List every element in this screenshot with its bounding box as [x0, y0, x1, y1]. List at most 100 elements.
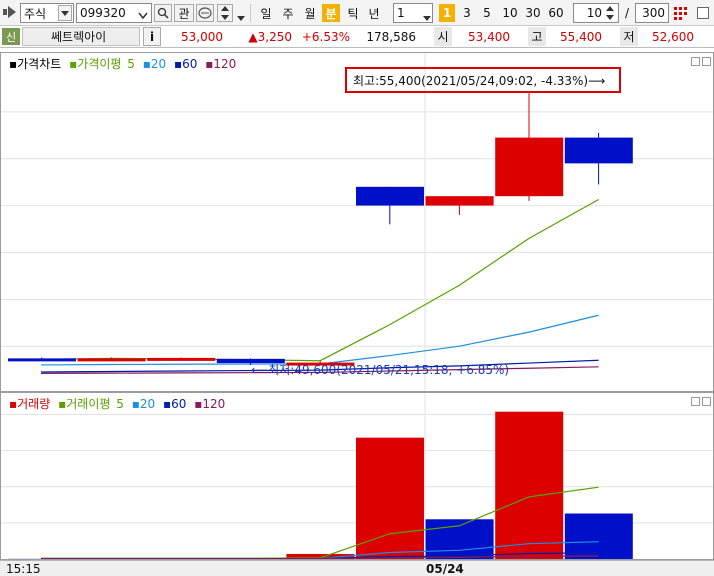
change-percent-value: +6.53%	[301, 29, 350, 44]
high-annotation: 최고:55,400(2021/05/24,09:02, -4.33%)⟶	[345, 67, 621, 93]
volume-legend-ma60-label: 60	[171, 397, 187, 411]
price-candle	[425, 196, 494, 206]
low-label: 저	[620, 27, 638, 46]
auto-refresh-checkbox[interactable]	[697, 7, 709, 19]
price-candle	[77, 358, 146, 362]
stock-name[interactable]: 쎄트렉아이	[22, 27, 140, 46]
credit-badge-label: 신	[5, 30, 17, 44]
volume-legend-ma120[interactable]: ▪120	[194, 397, 227, 411]
open-price-value: 53,400	[468, 29, 510, 44]
price-panel-maximize-icon[interactable]	[702, 57, 711, 66]
price-legend-ma20-label: 20	[150, 57, 167, 71]
price-candle	[147, 357, 216, 361]
volume-bar	[495, 411, 564, 559]
stock-name-label: 쎄트렉아이	[51, 30, 107, 44]
interval-5[interactable]: 5	[479, 4, 495, 22]
total-input[interactable]: 300	[635, 3, 669, 23]
open-label-text: 시	[437, 30, 449, 44]
credit-badge: 신	[2, 28, 20, 45]
count-input-value: 10	[586, 6, 602, 20]
panel-toggle-icon[interactable]	[3, 6, 17, 18]
price-legend-ma120-label: 120	[213, 57, 237, 71]
up-down-arrow-icon	[221, 6, 229, 20]
search-icon	[157, 7, 169, 19]
volume-legend-ma20-label: 20	[139, 397, 156, 411]
price-candle	[564, 137, 633, 164]
period-year[interactable]: 년	[365, 4, 383, 22]
interest-button-label: 관	[178, 6, 190, 21]
price-legend-ma120[interactable]: ▪120	[205, 57, 238, 71]
count-stepper-icon[interactable]	[605, 5, 617, 21]
price-panel-minimize-icon[interactable]	[691, 57, 700, 66]
low-annotation-text: ⟵최저:49,600(2021/05/21,15:18, +6.85%)	[251, 363, 510, 377]
interval-30[interactable]: 30	[522, 4, 544, 22]
price-change: ▲3,250	[232, 27, 298, 46]
price-legend-ma20[interactable]: ▪20	[143, 57, 168, 71]
count-separator-label: /	[624, 6, 630, 20]
total-input-value: 300	[642, 6, 665, 20]
search-button[interactable]	[154, 4, 172, 22]
price-chart[interactable]	[1, 53, 713, 391]
volume-panel-maximize-icon[interactable]	[702, 397, 711, 406]
time-axis-start: 15:15	[6, 562, 41, 576]
price-legend-main[interactable]: ▪가격차트	[9, 57, 63, 71]
change-percent: +6.53%	[300, 27, 356, 46]
interest-button[interactable]: 관	[174, 4, 194, 22]
period-minute[interactable]: 분	[322, 4, 340, 22]
time-axis: 15:15 05/24	[0, 560, 714, 576]
interval-1-label: 1	[442, 6, 452, 20]
scroll-stepper[interactable]	[217, 4, 233, 22]
toolbar: 주식 099320 관 일 주 월 분 틱 년 1 1 3 5 10 30 60…	[0, 0, 714, 26]
interval-3[interactable]: 3	[459, 4, 475, 22]
stepper-dropdown-icon[interactable]	[237, 10, 245, 21]
price-legend-ma[interactable]: ▪가격이평 5	[69, 57, 137, 71]
interval-5-label: 5	[483, 6, 491, 20]
low-price-value: 52,600	[652, 29, 694, 44]
high-label-text: 고	[531, 30, 543, 44]
code-dropdown-arrow-icon[interactable]	[138, 9, 148, 20]
volume-legend-main-label: 거래량	[17, 397, 51, 411]
open-price: 53,400	[454, 27, 516, 46]
period-tick-label: 틱	[347, 6, 359, 21]
volume-legend-ma20[interactable]: ▪20	[132, 397, 157, 411]
low-price: 52,600	[640, 27, 700, 46]
volume-chart[interactable]	[1, 393, 713, 559]
price-legend-ma60[interactable]: ▪60	[174, 57, 199, 71]
price-candle	[8, 358, 76, 362]
minute-select-value: 1	[397, 6, 405, 20]
interval-10[interactable]: 10	[499, 4, 521, 22]
volume-legend-ma60[interactable]: ▪60	[163, 397, 188, 411]
volume-legend-main[interactable]: ▪거래량	[9, 397, 52, 411]
high-label: 고	[528, 27, 546, 46]
period-day[interactable]: 일	[257, 4, 275, 22]
volume-bar	[356, 437, 424, 559]
interval-1[interactable]: 1	[439, 4, 455, 22]
low-annotation: ⟵최저:49,600(2021/05/21,15:18, +6.85%)	[251, 361, 509, 378]
low-label-text: 저	[623, 30, 635, 44]
toolbar-divider	[250, 4, 251, 22]
time-axis-date: 05/24	[426, 562, 464, 576]
current-price: 53,000	[164, 27, 229, 46]
period-minute-label: 분	[325, 6, 337, 21]
volume-legend-ma[interactable]: ▪거래이평 5	[58, 397, 126, 411]
interval-60[interactable]: 60	[545, 4, 567, 22]
period-week[interactable]: 주	[279, 4, 297, 22]
period-month-label: 월	[304, 6, 316, 21]
interval-30-label: 30	[525, 6, 541, 20]
volume-panel-minimize-icon[interactable]	[691, 397, 700, 406]
market-dropdown-arrow-icon[interactable]	[58, 5, 72, 21]
high-price: 55,400	[548, 27, 608, 46]
volume-legend-ma-label: 거래이평	[66, 397, 111, 411]
interval-10-label: 10	[502, 6, 518, 20]
period-tick[interactable]: 틱	[344, 4, 362, 22]
period-day-label: 일	[260, 6, 272, 21]
price-ma5-line	[40, 198, 599, 362]
price-legend-ma5: 5	[127, 57, 135, 71]
settings-button[interactable]	[196, 4, 214, 22]
period-month[interactable]: 월	[301, 4, 319, 22]
interval-3-label: 3	[463, 6, 471, 20]
grid-settings-icon[interactable]	[673, 5, 689, 21]
volume-legend: ▪거래량 ▪거래이평 5 ▪20 ▪60 ▪120	[9, 395, 229, 412]
minute-dropdown-arrow-icon[interactable]	[423, 10, 431, 21]
stock-info-button[interactable]: i	[143, 27, 161, 46]
